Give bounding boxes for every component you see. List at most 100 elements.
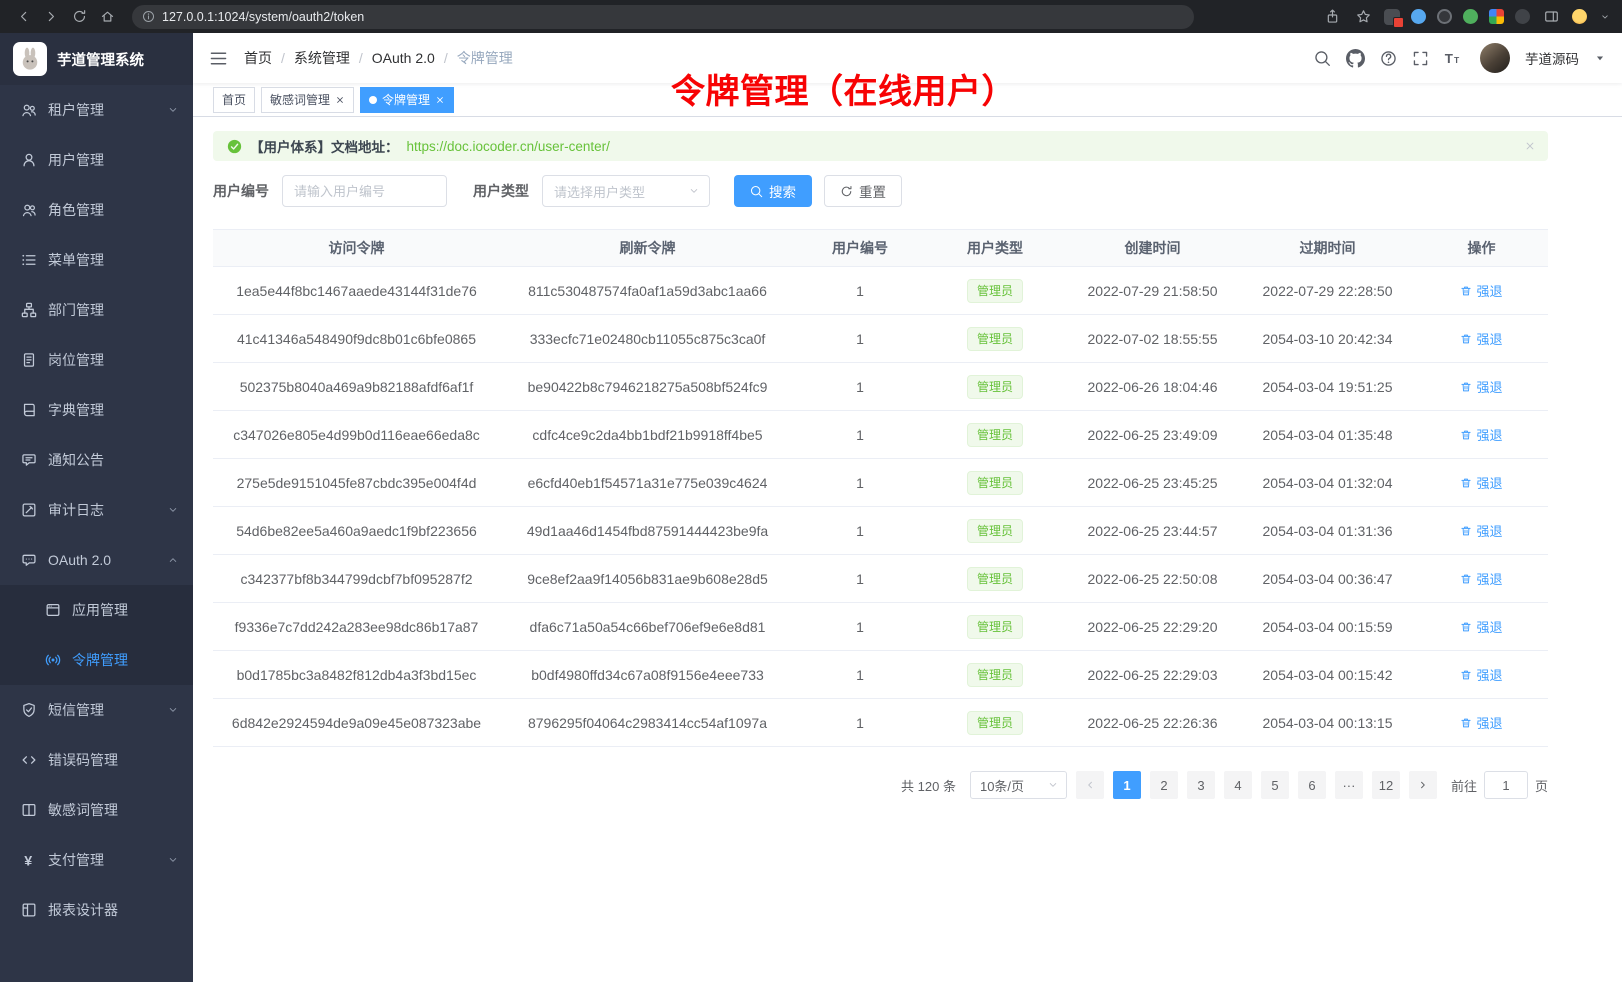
breadcrumb-item[interactable]: 系统管理 xyxy=(294,48,350,68)
reload-icon[interactable] xyxy=(66,4,92,30)
tab-close-icon[interactable] xyxy=(335,95,345,105)
sidebar: 芋道管理系统 租户管理用户管理角色管理菜单管理部门管理岗位管理字典管理通知公告审… xyxy=(0,33,193,982)
bookmark-star-icon[interactable] xyxy=(1353,7,1373,27)
sidebar-item-role[interactable]: 角色管理 xyxy=(0,185,193,235)
force-logout-button[interactable]: 强退 xyxy=(1460,473,1502,492)
view-tab[interactable]: 敏感词管理 xyxy=(261,87,354,113)
username[interactable]: 芋道源码 xyxy=(1525,48,1579,68)
help-icon[interactable] xyxy=(1380,50,1397,67)
force-logout-button[interactable]: 强退 xyxy=(1460,521,1502,540)
hamburger-icon[interactable] xyxy=(209,49,228,68)
page-size-select[interactable]: 10条/页 xyxy=(970,771,1067,799)
table-row: f9336e7c7dd242a283ee98dc86b17a87dfa6c71a… xyxy=(213,603,1548,651)
force-logout-button[interactable]: 强退 xyxy=(1460,329,1502,348)
record-extension-icon[interactable] xyxy=(1437,9,1452,24)
pager-page-3[interactable]: 3 xyxy=(1187,771,1215,799)
github-icon[interactable] xyxy=(1346,49,1365,68)
sidebar-item-pay[interactable]: ¥支付管理 xyxy=(0,835,193,885)
menu-list-icon xyxy=(21,252,37,268)
refresh-token-cell: 9ce8ef2aa9f14056b831ae9b608e28d5 xyxy=(500,555,795,603)
pager-ellipsis[interactable]: ··· xyxy=(1335,771,1363,799)
pager-page-6[interactable]: 6 xyxy=(1298,771,1326,799)
sidebar-item-post[interactable]: 岗位管理 xyxy=(0,335,193,385)
pager-page-1[interactable]: 1 xyxy=(1113,771,1141,799)
force-logout-button[interactable]: 强退 xyxy=(1460,425,1502,444)
breadcrumb-item[interactable]: OAuth 2.0 xyxy=(372,50,435,66)
sidebar-item-user[interactable]: 用户管理 xyxy=(0,135,193,185)
back-icon[interactable] xyxy=(10,4,36,30)
search-button[interactable]: 搜索 xyxy=(734,175,812,207)
create-time-cell: 2022-06-25 23:45:25 xyxy=(1065,459,1240,507)
prev-page-button[interactable] xyxy=(1076,771,1104,799)
extensions-puzzle-icon[interactable] xyxy=(1489,9,1504,24)
share-icon[interactable] xyxy=(1322,7,1342,27)
create-time-cell: 2022-07-02 18:55:55 xyxy=(1065,315,1240,363)
user-avatar[interactable] xyxy=(1480,43,1510,73)
alert-close-icon[interactable] xyxy=(1524,140,1536,152)
user-type-badge: 管理员 xyxy=(967,279,1023,303)
oauth-icon xyxy=(21,552,37,568)
app-logo[interactable]: 芋道管理系统 xyxy=(0,33,193,85)
force-logout-button[interactable]: 强退 xyxy=(1460,617,1502,636)
site-info-icon[interactable] xyxy=(142,10,155,23)
sidebar-item-audit-log[interactable]: 审计日志 xyxy=(0,485,193,535)
action-cell: 强退 xyxy=(1415,651,1548,699)
user-type-badge: 管理员 xyxy=(967,423,1023,447)
browser-menu-caret-icon[interactable] xyxy=(1598,10,1612,24)
force-logout-button[interactable]: 强退 xyxy=(1460,377,1502,396)
pager-page-2[interactable]: 2 xyxy=(1150,771,1178,799)
side-panel-icon[interactable] xyxy=(1541,7,1561,27)
pager-page-5[interactable]: 5 xyxy=(1261,771,1289,799)
tab-close-icon[interactable] xyxy=(435,95,445,105)
fullscreen-icon[interactable] xyxy=(1412,50,1429,67)
next-page-button[interactable] xyxy=(1409,771,1437,799)
refresh-icon xyxy=(840,185,853,198)
pager-page-4[interactable]: 4 xyxy=(1224,771,1252,799)
font-size-icon[interactable]: TT xyxy=(1444,50,1461,67)
breadcrumb-item[interactable]: 首页 xyxy=(244,48,272,68)
address-bar[interactable]: 127.0.0.1:1024/system/oauth2/token xyxy=(132,5,1194,29)
sidebar-item-sms[interactable]: 短信管理 xyxy=(0,685,193,735)
user-id-input[interactable] xyxy=(282,175,447,207)
doc-link[interactable]: https://doc.iocoder.cn/user-center/ xyxy=(407,139,610,154)
green-extension-icon[interactable] xyxy=(1463,9,1478,24)
view-tab[interactable]: 首页 xyxy=(213,87,255,113)
action-cell: 强退 xyxy=(1415,459,1548,507)
sidebar-item-tenant[interactable]: 租户管理 xyxy=(0,85,193,135)
forward-icon[interactable] xyxy=(38,4,64,30)
force-logout-button[interactable]: 强退 xyxy=(1460,713,1502,732)
user-type-cell: 管理员 xyxy=(925,555,1065,603)
force-logout-label: 强退 xyxy=(1476,713,1502,732)
sidebar-item-report[interactable]: 报表设计器 xyxy=(0,885,193,935)
url-text: 127.0.0.1:1024/system/oauth2/token xyxy=(162,10,364,24)
force-logout-button[interactable]: 强退 xyxy=(1460,569,1502,588)
user-menu-caret-icon[interactable] xyxy=(1594,52,1606,64)
sidebar-item-label: 通知公告 xyxy=(48,450,104,470)
pager-page-12[interactable]: 12 xyxy=(1372,771,1400,799)
goto-page-input[interactable] xyxy=(1484,771,1528,799)
sidebar-item-dept[interactable]: 部门管理 xyxy=(0,285,193,335)
user-type-select[interactable]: 请选择用户类型 xyxy=(542,175,710,207)
user-id-label: 用户编号 xyxy=(213,181,269,201)
pinned-extension-icon[interactable] xyxy=(1515,9,1530,24)
browser-profile-avatar[interactable] xyxy=(1572,9,1587,24)
force-logout-button[interactable]: 强退 xyxy=(1460,281,1502,300)
sidebar-item-sensitive-word[interactable]: 敏感词管理 xyxy=(0,785,193,835)
sidebar-item-label: 角色管理 xyxy=(48,200,104,220)
sidebar-item-oauth2[interactable]: OAuth 2.0 xyxy=(0,535,193,585)
sidebar-item-dict[interactable]: 字典管理 xyxy=(0,385,193,435)
reset-button[interactable]: 重置 xyxy=(824,175,902,207)
extension-badge-icon[interactable] xyxy=(1384,9,1400,25)
token-table-body: 1ea5e44f8bc1467aaede43144f31de76811c5304… xyxy=(213,267,1548,747)
search-icon[interactable] xyxy=(1314,50,1331,67)
sidebar-item-notice[interactable]: 通知公告 xyxy=(0,435,193,485)
goto-suffix: 页 xyxy=(1535,776,1548,795)
blue-extension-icon[interactable] xyxy=(1411,9,1426,24)
view-tab[interactable]: 令牌管理 xyxy=(360,87,454,113)
sidebar-item-menu[interactable]: 菜单管理 xyxy=(0,235,193,285)
home-icon[interactable] xyxy=(94,4,120,30)
sidebar-item-oauth2-app[interactable]: 应用管理 xyxy=(0,585,193,635)
sidebar-item-oauth2-token[interactable]: 令牌管理 xyxy=(0,635,193,685)
sidebar-item-error-code[interactable]: 错误码管理 xyxy=(0,735,193,785)
force-logout-button[interactable]: 强退 xyxy=(1460,665,1502,684)
